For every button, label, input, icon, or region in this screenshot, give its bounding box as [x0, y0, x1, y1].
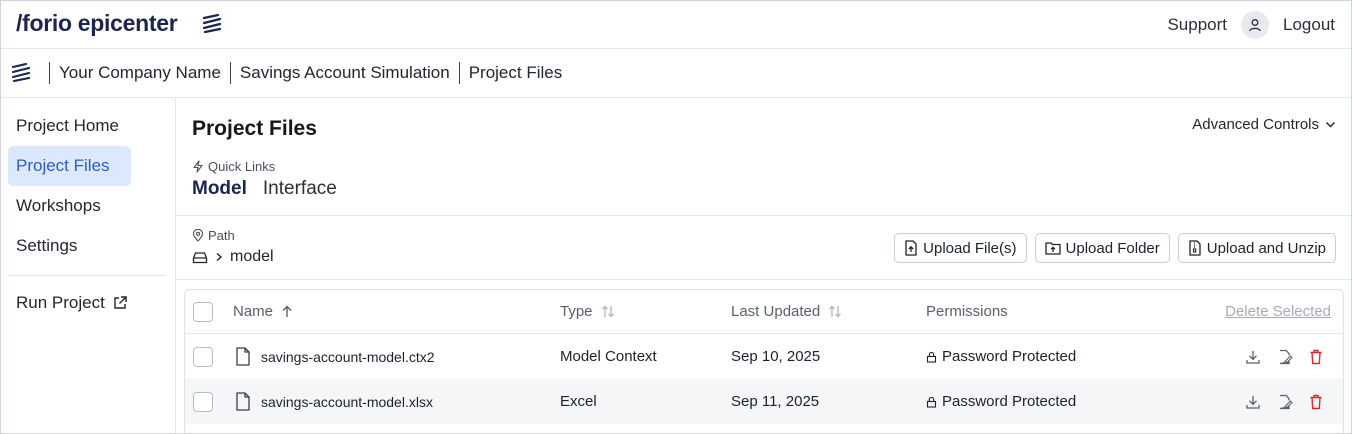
run-project-link[interactable]: Run Project	[8, 283, 158, 323]
app-window: /forio epicenter Support Logout Your Com…	[0, 0, 1352, 434]
download-icon[interactable]	[1245, 349, 1261, 365]
sidebar-item-project-home[interactable]: Project Home	[8, 106, 131, 146]
header-actions: Support Logout	[1167, 1, 1335, 49]
row-select-cell	[193, 379, 213, 424]
sort-ascending-icon	[281, 305, 293, 318]
folder-upload-icon	[1044, 242, 1061, 255]
file-name-cell: savings-account-model.ctx2	[235, 334, 435, 379]
quick-links: Model Interface	[192, 178, 337, 200]
file-type: Excel	[560, 393, 597, 410]
upload-files-button[interactable]: Upload File(s)	[894, 233, 1027, 263]
file-permissions: Password Protected	[926, 334, 1076, 379]
download-icon[interactable]	[1245, 394, 1261, 410]
file-last-updated: Sep 11, 2025	[731, 393, 820, 410]
path-label: Path	[192, 228, 235, 243]
column-header-last-updated[interactable]: Last Updated	[731, 290, 842, 333]
file-upload-icon	[905, 240, 917, 256]
file-last-updated: Sep 10, 2025	[731, 348, 821, 365]
table-row: savings-account-model.ctx2 Model Context…	[185, 334, 1343, 379]
row-checkbox[interactable]	[193, 391, 213, 412]
row-checkbox[interactable]	[193, 346, 213, 367]
run-project-label: Run Project	[16, 293, 105, 312]
quick-link-interface[interactable]: Interface	[263, 178, 337, 200]
file-permissions: Password Protected	[926, 379, 1076, 424]
row-actions	[1245, 334, 1323, 379]
logout-link[interactable]: Logout	[1283, 15, 1335, 35]
quick-link-model[interactable]: Model	[192, 178, 247, 200]
lock-icon	[926, 396, 937, 408]
select-all-checkbox[interactable]	[193, 301, 213, 322]
sort-toggle-icon	[828, 305, 842, 318]
user-avatar[interactable]	[1241, 11, 1269, 39]
support-link[interactable]: Support	[1167, 15, 1227, 35]
location-pin-icon	[192, 229, 204, 242]
advanced-controls-toggle[interactable]: Advanced Controls	[1192, 116, 1336, 133]
files-table: Name Type Last Updated Permissions Delet…	[184, 289, 1344, 433]
column-header-type[interactable]: Type	[560, 290, 615, 333]
row-actions	[1245, 379, 1323, 424]
file-icon	[236, 347, 250, 366]
select-all-cell	[193, 290, 213, 333]
lock-icon	[926, 351, 937, 363]
user-icon	[1249, 19, 1261, 32]
file-type: Model Context	[560, 348, 657, 365]
sidebar-item-project-files[interactable]: Project Files	[8, 146, 131, 186]
sidebar-item-workshops[interactable]: Workshops	[8, 186, 131, 226]
chevron-right-icon	[216, 252, 223, 262]
sidebar-item-settings[interactable]: Settings	[8, 226, 131, 266]
row-select-cell	[193, 334, 213, 379]
chevron-down-icon	[1325, 121, 1336, 128]
section-divider	[177, 215, 1351, 216]
upload-buttons: Upload File(s) Upload Folder Upload and …	[894, 233, 1336, 263]
delete-selected-link[interactable]: Delete Selected	[1225, 290, 1331, 333]
edit-file-icon[interactable]	[1277, 349, 1293, 365]
sidebar-divider	[8, 275, 166, 276]
upload-folder-button[interactable]: Upload Folder	[1034, 233, 1170, 263]
main-content: Project Files Advanced Controls Quick Li…	[177, 98, 1351, 433]
sort-toggle-icon	[601, 305, 615, 318]
breadcrumb: Your Company Name Savings Account Simula…	[1, 49, 1351, 98]
path-current-folder[interactable]: model	[230, 248, 274, 266]
table-row: savings-account-model.xlsx Excel Sep 11,…	[185, 379, 1343, 424]
epicenter-logo-icon	[202, 13, 222, 39]
top-header: /forio epicenter Support Logout	[1, 1, 1351, 49]
advanced-controls-label: Advanced Controls	[1192, 116, 1319, 133]
file-icon	[236, 392, 250, 411]
upload-and-unzip-button[interactable]: Upload and Unzip	[1177, 233, 1336, 263]
trash-icon[interactable]	[1309, 349, 1323, 365]
page-title: Project Files	[192, 117, 317, 140]
epicenter-home-icon[interactable]	[12, 63, 30, 83]
zip-file-icon	[1189, 240, 1201, 256]
edit-file-icon[interactable]	[1277, 394, 1293, 410]
file-name[interactable]: savings-account-model.xlsx	[261, 394, 433, 410]
path-breadcrumb: model	[192, 248, 274, 266]
sidebar: Project Home Project Files Workshops Set…	[1, 98, 176, 433]
file-name-cell: savings-account-model.xlsx	[235, 379, 433, 424]
column-header-name[interactable]: Name	[233, 290, 293, 333]
lightning-icon	[193, 160, 203, 173]
external-link-icon	[114, 296, 127, 309]
breadcrumb-company[interactable]: Your Company Name	[59, 63, 221, 83]
section-divider	[177, 279, 1351, 280]
trash-icon[interactable]	[1309, 394, 1323, 410]
file-name[interactable]: savings-account-model.ctx2	[261, 349, 435, 365]
forio-logo[interactable]: /forio epicenter	[16, 10, 178, 37]
breadcrumb-separator	[49, 62, 50, 84]
drive-icon[interactable]	[192, 251, 208, 264]
breadcrumb-separator	[229, 62, 231, 84]
quick-links-label: Quick Links	[192, 159, 275, 174]
breadcrumb-project[interactable]: Savings Account Simulation	[240, 63, 450, 83]
table-header: Name Type Last Updated Permissions Delet…	[185, 290, 1343, 334]
breadcrumb-separator	[458, 62, 460, 84]
breadcrumb-current-page: Project Files	[468, 63, 563, 82]
column-header-permissions: Permissions	[926, 303, 1008, 320]
